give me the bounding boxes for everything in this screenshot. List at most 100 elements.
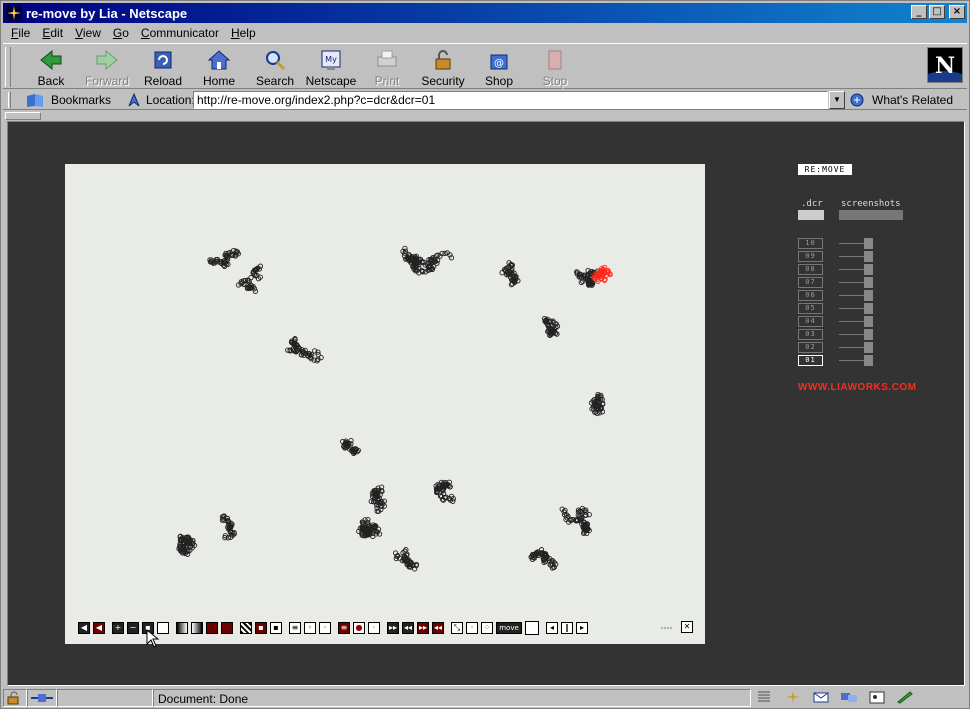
dcr-item-09[interactable]: 09	[798, 251, 878, 264]
address-book-icon[interactable]	[867, 690, 887, 704]
print-button[interactable]: Print	[359, 46, 415, 88]
reload-button[interactable]: Reload	[135, 46, 191, 88]
dcr-item-03[interactable]: 03	[798, 329, 878, 342]
remove-logo[interactable]: RE:MOVE	[798, 164, 852, 175]
minimize-button[interactable]: _	[911, 5, 927, 19]
dcr-item-04[interactable]: 04	[798, 316, 878, 329]
connection-status-cell[interactable]	[27, 689, 57, 707]
diagonal-control[interactable]: ⤡	[451, 622, 463, 634]
url-history-dropdown[interactable]: ▼	[829, 91, 845, 109]
pattern-control[interactable]	[240, 622, 252, 634]
square-control[interactable]: ▪	[270, 622, 282, 634]
mail-icon[interactable]	[811, 690, 831, 704]
navigator-icon[interactable]	[783, 690, 803, 704]
location-bookmark-icon[interactable]	[126, 92, 142, 108]
step-back-red-control[interactable]: ◀	[93, 622, 105, 634]
dcr-item-knob[interactable]	[864, 342, 873, 353]
dcr-item-02[interactable]: 02	[798, 342, 878, 355]
stop-button[interactable]: Stop	[527, 46, 583, 88]
menu-help[interactable]: Help	[225, 26, 262, 40]
dcr-item-knob[interactable]	[864, 329, 873, 340]
dcr-item-number: 02	[798, 342, 823, 353]
red-forward-control[interactable]: ▸▸	[417, 622, 429, 634]
forward-button[interactable]: Forward	[79, 46, 135, 88]
menu-communicator[interactable]: Communicator	[135, 26, 225, 40]
play-control[interactable]: ▸	[576, 622, 588, 634]
rewind-control[interactable]: ◂◂	[402, 622, 414, 634]
dcr-item-01[interactable]: 01	[798, 355, 878, 368]
fast-forward-control[interactable]: ▸▸	[387, 622, 399, 634]
red-pattern-control[interactable]: ▪	[255, 622, 267, 634]
menu-file[interactable]: File	[5, 26, 36, 40]
dcr-item-05[interactable]: 05	[798, 303, 878, 316]
red-dot-control[interactable]: ●	[353, 622, 365, 634]
tab-dcr[interactable]: .dcr	[801, 199, 823, 209]
bookmarks-button[interactable]: Bookmarks	[25, 92, 111, 108]
random-walk-canvas[interactable]	[65, 164, 705, 644]
toolbar-grip[interactable]	[5, 47, 11, 87]
security-status-cell[interactable]	[3, 689, 27, 707]
prev-control[interactable]: ◂	[546, 622, 558, 634]
red-fill-2-control[interactable]	[221, 622, 233, 634]
center-control[interactable]: ·	[466, 622, 478, 634]
home-button[interactable]: Home	[191, 46, 247, 88]
dcr-item-number: 07	[798, 277, 823, 288]
red-lines-control[interactable]: ≡	[338, 622, 350, 634]
netscape-button[interactable]: My Netscape	[303, 46, 359, 88]
remove-stage[interactable]: ◀ ◀ + − ▪ ▪ ▪ ≡ ◦ · ≡ ● · ▸▸ ◂◂ ▸▸ ◂◂ ⤡ …	[65, 164, 705, 648]
taskbar-grip-icon[interactable]	[755, 690, 775, 704]
move-control[interactable]: move	[496, 622, 522, 634]
plus-control[interactable]: +	[112, 622, 124, 634]
pause-control[interactable]: ‖	[561, 622, 573, 634]
tab-screenshots[interactable]: screenshots	[841, 199, 901, 209]
dcr-item-10[interactable]: 10	[798, 238, 878, 251]
resize-grip-icon[interactable]	[661, 624, 673, 630]
close-button[interactable]: ×	[949, 5, 965, 19]
blank-control[interactable]	[525, 621, 539, 635]
lines-control[interactable]: ≡	[289, 622, 301, 634]
red-fill-control[interactable]	[206, 622, 218, 634]
security-button[interactable]: Security	[415, 46, 471, 88]
composer-icon[interactable]	[895, 690, 915, 704]
dcr-item-knob[interactable]	[864, 355, 873, 366]
minus-control[interactable]: −	[127, 622, 139, 634]
gradient-control[interactable]	[176, 622, 188, 634]
location-grip[interactable]	[8, 92, 11, 108]
dcr-item-knob[interactable]	[864, 251, 873, 262]
whats-related-button[interactable]: What's Related	[849, 92, 953, 108]
ring-control[interactable]: ◦	[304, 622, 316, 634]
red-small-dot-control[interactable]: ·	[368, 622, 380, 634]
collapsed-toolbar-tab[interactable]	[5, 112, 41, 120]
liaworks-link[interactable]: WWW.LIAWORKS.COM	[798, 382, 917, 393]
maximize-button[interactable]: □	[929, 5, 945, 19]
menu-view[interactable]: View	[69, 26, 107, 40]
svg-text:My: My	[325, 55, 337, 64]
menu-edit[interactable]: Edit	[36, 26, 69, 40]
dcr-item-knob[interactable]	[864, 316, 873, 327]
back-button[interactable]: Back	[23, 46, 79, 88]
dot-control[interactable]: ·	[319, 622, 331, 634]
dotted-circle-control[interactable]: ⁘	[481, 622, 493, 634]
step-back-control[interactable]: ◀	[78, 622, 90, 634]
tab-screenshots-indicator[interactable]	[839, 210, 903, 220]
gradient-reverse-control[interactable]	[191, 622, 203, 634]
menu-go[interactable]: Go	[107, 26, 135, 40]
dcr-item-07[interactable]: 07	[798, 277, 878, 290]
dcr-item-knob[interactable]	[864, 277, 873, 288]
dcr-item-knob[interactable]	[864, 303, 873, 314]
tab-dcr-indicator[interactable]	[798, 210, 824, 220]
stage-close-control[interactable]: ✕	[681, 621, 693, 633]
red-rewind-control[interactable]: ◂◂	[432, 622, 444, 634]
shop-button[interactable]: @ Shop	[471, 46, 527, 88]
status-text-cell: Document: Done	[153, 689, 751, 707]
dcr-item-knob[interactable]	[864, 290, 873, 301]
dcr-item-knob[interactable]	[864, 238, 873, 249]
url-input[interactable]	[193, 91, 828, 109]
dcr-item-line	[839, 308, 865, 309]
discussion-groups-icon[interactable]	[839, 690, 859, 704]
netscape-logo[interactable]: N	[927, 47, 963, 83]
dcr-item-knob[interactable]	[864, 264, 873, 275]
search-button[interactable]: Search	[247, 46, 303, 88]
dcr-item-08[interactable]: 08	[798, 264, 878, 277]
dcr-item-06[interactable]: 06	[798, 290, 878, 303]
